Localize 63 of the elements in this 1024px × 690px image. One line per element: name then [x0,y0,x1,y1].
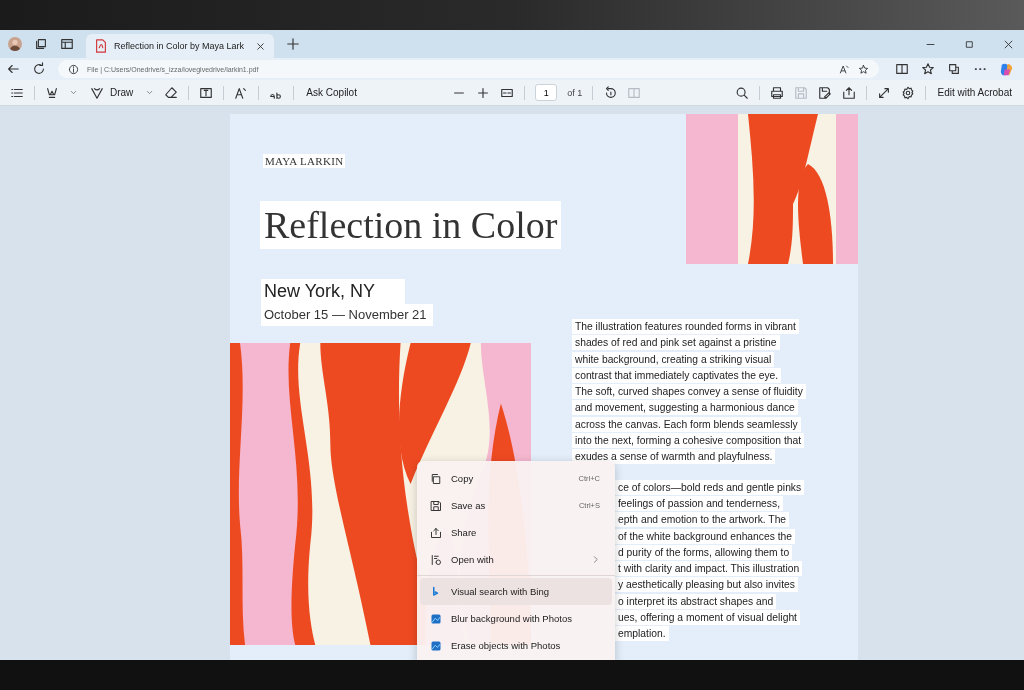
star-icon[interactable] [858,63,869,75]
edit-with-acrobat-button[interactable]: Edit with Acrobat [935,87,1014,98]
collections-icon[interactable] [947,62,961,76]
page-number-field[interactable]: 1 [535,84,558,101]
menu-item-label: Save as [451,500,487,511]
menu-item-label: Copy [451,473,475,484]
tab-actions-icon[interactable] [60,37,74,51]
menu-item-label: Blur background with Photos [451,613,573,624]
close-icon[interactable] [255,40,266,52]
menu-item[interactable]: Blur background with Photos [420,605,612,632]
favorites-icon[interactable] [921,62,935,76]
save-as-icon[interactable] [817,85,832,100]
page-count: of 1 [567,87,583,98]
document-title: Reflection in Color [260,201,562,249]
highlighter-icon[interactable] [45,85,59,100]
menu-item[interactable]: Share [420,519,612,546]
profile-avatar[interactable] [8,37,22,51]
ask-copilot-button[interactable]: Ask Copilot [304,87,359,98]
back-icon[interactable] [6,62,20,76]
split-screen-icon[interactable] [895,62,909,76]
printer-icon[interactable] [769,85,784,100]
share-icon [430,526,442,539]
rotate-icon[interactable] [603,85,618,100]
paragraph: ce of colors—bold reds and gentle pinks feelings of passion and tenderness, epth and emotion to the artwork. The of the white background enhances the d purity of the forms, allowing them to t with clarity and impact. This illustration y aesthetically pleasing but also invites o interpret its abstract shapes and ues, offering a moment of visual delight emplation. [615,479,805,643]
open-with-icon [430,553,442,566]
settings-icon[interactable] [900,85,915,100]
copy-icon [430,472,442,485]
browser-tab[interactable]: Reflection in Color by Maya Lark [86,34,274,58]
caret-icon[interactable] [69,88,78,97]
new-tab-icon[interactable] [286,37,300,51]
menu-item[interactable]: Erase objects with Photos [420,632,612,659]
menu-item-label: Erase objects with Photos [451,640,562,651]
copilot-icon[interactable] [999,61,1014,77]
pen-icon [90,85,104,100]
location: New York, NY [261,279,406,304]
read-aloud-icon[interactable] [234,85,249,100]
save-icon [430,499,442,512]
pdf-file-icon [94,39,108,53]
author-name: MAYA LARKIN [263,154,346,168]
menu-item[interactable]: Open with [420,546,612,573]
search-icon[interactable] [734,85,749,100]
zoom-in-icon[interactable] [476,85,491,100]
refresh-icon[interactable] [32,62,46,76]
menu-item-label: Visual search with Bing [451,586,551,597]
paragraph: The illustration features rounded forms in vibrant shades of red and pink set against a pristine white background, creating a striking visual contrast that immediately captivates the eye. The soft, curved shapes convey a sense of fluidity and movement, suggesting a harmonious dance across the canvas. Each form blends seamlessly into the next, forming a cohesive composition that exudes a sense of warmth and playfulness. [572,319,806,466]
photos-app-icon [430,639,442,652]
photos-app-icon [430,612,442,625]
close-icon[interactable] [1003,38,1014,50]
maximize-icon[interactable] [964,38,975,50]
eraser-icon[interactable] [164,85,179,100]
menu-item-label: Open with [451,554,495,565]
tab-title: Reflection in Color by Maya Lark [114,41,246,51]
date-range: October 15 — November 21 [261,304,433,326]
workspaces-icon[interactable] [34,37,48,51]
fullscreen-icon[interactable] [876,85,891,100]
caret-icon[interactable] [145,88,155,97]
info-icon [68,63,79,75]
share-icon[interactable] [841,85,856,100]
menu-item-label: Share [451,527,478,538]
read-aloud-icon[interactable] [839,63,850,75]
menu-item[interactable]: Visual search with Bing [420,578,612,605]
draw-button[interactable]: Draw [88,85,136,100]
text-box-icon[interactable] [199,85,214,100]
